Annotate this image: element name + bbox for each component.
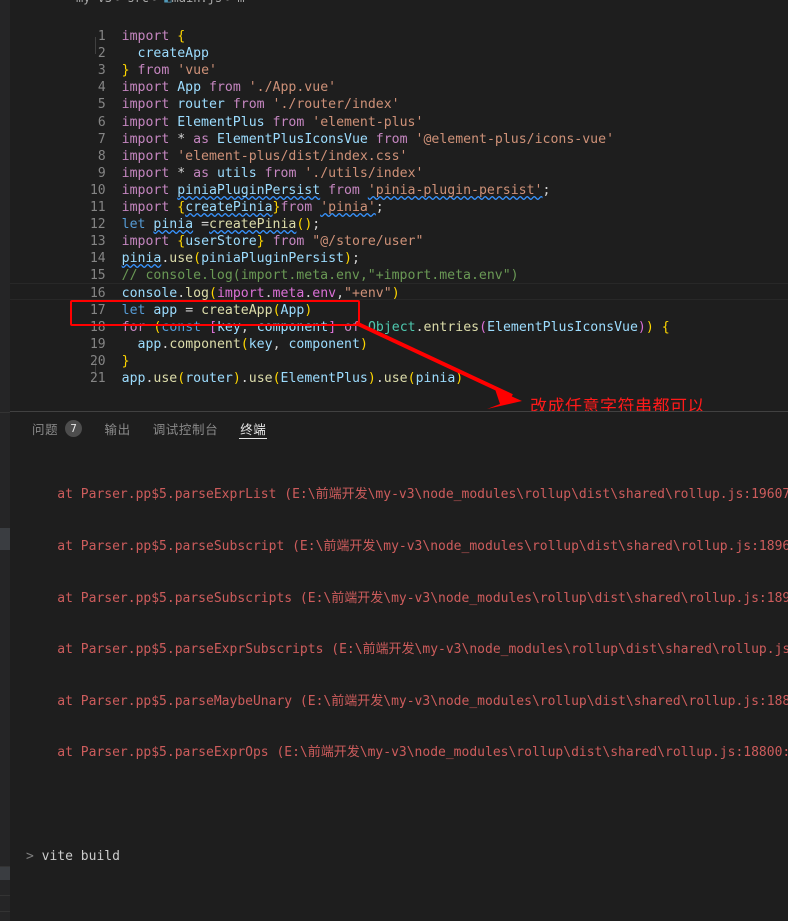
code-line-19[interactable]: 19 app.component(key, component)	[0, 319, 788, 352]
editor-left-scroll-strip[interactable]	[0, 0, 10, 921]
scroll-thumb-upper[interactable]	[0, 528, 10, 550]
bottom-panel: 问题 7 输出 调试控制台 终端 at Parser.pp$5.parseExp…	[0, 411, 788, 921]
code-line-16[interactable]: 16 console.log(import.meta.env,"+env")	[0, 267, 788, 301]
stack-trace-line: at Parser.pp$5.parseExprList (E:\前端开发\my…	[26, 487, 788, 503]
stack-trace-line: at Parser.pp$5.parseSubscript (E:\前端开发\m…	[26, 539, 788, 554]
strip-divider	[0, 866, 10, 867]
stack-trace-line: at Parser.pp$5.parseExprSubscripts (E:\前…	[26, 642, 788, 658]
tab-output[interactable]: 输出	[103, 412, 131, 445]
code-line-8[interactable]: 8 import 'element-plus/dist/index.css'	[0, 131, 788, 164]
problems-count-badge: 7	[65, 420, 83, 437]
strip-divider	[0, 895, 10, 896]
code-line-6[interactable]: 6 import ElementPlus from 'element-plus'	[0, 96, 788, 130]
breadcrumb-separator: >	[116, 0, 123, 4]
code-line-4[interactable]: 4 import App from './App.vue'	[0, 62, 788, 95]
tab-debug-console[interactable]: 调试控制台	[152, 412, 220, 445]
prompt-command-text: vite build	[41, 848, 120, 864]
terminal-prompt-line: > vite build	[26, 848, 788, 865]
breadcrumb-item-symbol[interactable]: m	[237, 0, 244, 4]
breadcrumb-separator: >	[153, 0, 160, 4]
code-line-12[interactable]: 12 let pinia =createPinia();	[0, 199, 788, 232]
code-line-13[interactable]: 13 import {userStore} from "@/store/user"	[0, 216, 788, 249]
code-line-2[interactable]: 2 createApp	[0, 28, 788, 61]
code-line-14[interactable]: 14 pinia.use(piniaPluginPersist);	[0, 233, 788, 266]
code-line-18[interactable]: 18 for (const [key, component] of Object.…	[0, 302, 788, 335]
stack-trace-line: at Parser.pp$5.parseMaybeUnary (E:\前端开发\…	[26, 693, 788, 709]
code-line-9[interactable]: 9 import * as utils from './utils/index'	[0, 148, 788, 181]
breadcrumb[interactable]: my-v3>src>◧main.js>m	[0, 0, 788, 11]
code-line-15[interactable]: 15// console.log(import.meta.env,"+impor…	[0, 250, 788, 283]
tab-problems[interactable]: 问题 7	[31, 412, 83, 445]
stack-trace-line: at Parser.pp$5.parseSubscripts (E:\前端开发\…	[26, 590, 788, 606]
tab-problems-label: 问题	[32, 422, 59, 437]
panel-tab-bar: 问题 7 输出 调试控制台 终端	[0, 412, 788, 445]
prompt-symbol: >	[26, 848, 34, 864]
terminal-output[interactable]: at Parser.pp$5.parseExprList (E:\前端开发\my…	[0, 445, 788, 921]
vscode-window: my-v3>src>◧main.js>m 1import { 2 createA…	[0, 0, 788, 921]
code-line-21[interactable]: 21 app.use(router).use(ElementPlus).use(p…	[0, 353, 788, 386]
strip-divider	[0, 911, 10, 912]
tab-terminal[interactable]: 终端	[239, 412, 268, 445]
line-number: 21	[89, 370, 106, 386]
breadcrumb-item-project[interactable]: my-v3	[76, 0, 112, 4]
code-line-5[interactable]: 5 import router from './router/index'	[0, 79, 788, 112]
prompt-command	[34, 849, 42, 864]
breadcrumb-separator: >	[226, 0, 233, 4]
strip-divider	[0, 412, 10, 413]
code-editor[interactable]: 1 import { 2 createApp 3} from 'vue' 4 imp…	[0, 11, 788, 411]
js-file-icon: ◧	[164, 0, 171, 4]
code-line-3[interactable]: 3} from 'vue'	[0, 45, 788, 78]
code-line-7[interactable]: 7 import * as ElementPlusIconsVue from '@…	[0, 114, 788, 147]
scroll-thumb-lower[interactable]	[0, 866, 10, 880]
code-line-20[interactable]: 20}	[0, 336, 788, 369]
breadcrumb-item-file[interactable]: main.js	[172, 0, 223, 4]
code-line-11[interactable]: 11 import {createPinia}from 'pinia';	[0, 182, 788, 215]
tab-output-label: 输出	[104, 422, 131, 437]
code-line-17[interactable]: 17 let app = createApp(App)	[0, 285, 788, 318]
stack-trace-line: at Parser.pp$5.parseExprOps (E:\前端开发\my-…	[26, 745, 788, 761]
code-line-1[interactable]: 1 import {	[0, 11, 788, 44]
annotation-note-text: 改成任意字符串都可以	[530, 397, 705, 411]
breadcrumb-item-folder[interactable]: src	[127, 0, 149, 4]
code-line-10[interactable]: 10 import piniaPluginPersist from 'pinia-…	[0, 165, 788, 198]
tab-terminal-label: 终端	[240, 422, 267, 437]
tab-debug-console-label: 调试控制台	[152, 422, 219, 437]
